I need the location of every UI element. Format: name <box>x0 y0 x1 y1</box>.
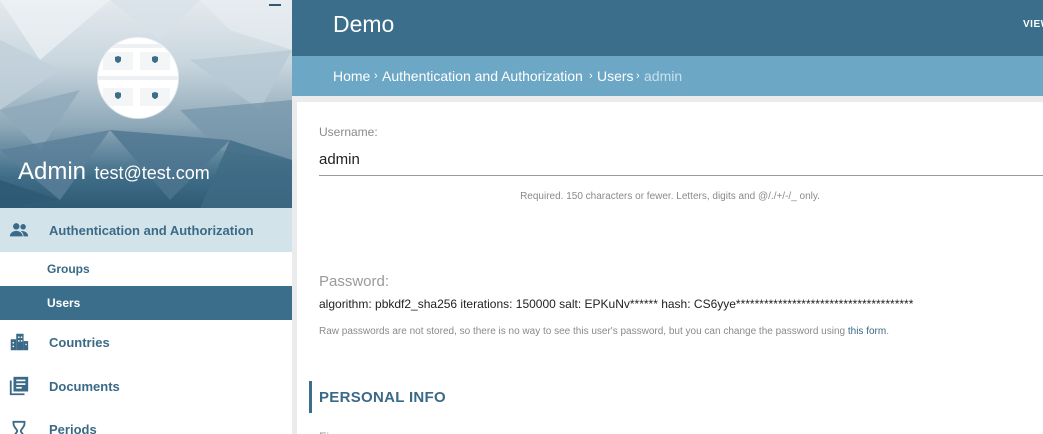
username-label: Username: <box>319 125 378 139</box>
breadcrumb-auth-link[interactable]: Authentication and Authorization <box>382 68 583 84</box>
breadcrumb-users-link[interactable]: Users <box>597 68 634 84</box>
user-email: test@test.com <box>94 163 210 183</box>
breadcrumb-separator: › <box>636 70 640 82</box>
sidebar: Admin test@test.com Authentication and A… <box>0 0 292 434</box>
password-help-end: . <box>886 326 889 337</box>
sidebar-header: Admin test@test.com <box>0 0 292 208</box>
breadcrumb: Home › Authentication and Authorization … <box>292 56 1043 96</box>
sidebar-item-label: Periods <box>49 422 97 434</box>
documents-icon <box>9 376 29 396</box>
app-window: Admin test@test.com Authentication and A… <box>0 0 1043 434</box>
building-icon <box>10 333 29 351</box>
breadcrumb-home-link[interactable]: Home <box>333 68 370 84</box>
sidebar-item-groups[interactable]: Groups <box>0 252 292 286</box>
first-name-label: Fi <box>319 430 329 434</box>
user-name: Admin <box>18 158 87 185</box>
form-card: Username: Required. 150 characters or fe… <box>297 102 1043 434</box>
top-bar: Demo VIEW SITE <box>292 0 1043 56</box>
user-info: Admin test@test.com <box>18 158 210 186</box>
change-password-link[interactable]: this form <box>848 326 886 337</box>
password-label: Password: <box>319 273 390 290</box>
hourglass-icon <box>12 420 26 434</box>
sidebar-item-label: Users <box>47 296 81 310</box>
sidebar-item-authentication[interactable]: Authentication and Authorization <box>0 208 292 252</box>
breadcrumb-separator: › <box>589 70 593 82</box>
sidebar-item-periods[interactable]: Periods <box>0 408 292 434</box>
sidebar-item-label: Documents <box>49 378 120 394</box>
view-site-link[interactable]: VIEW SITE <box>1023 19 1043 30</box>
section-title-personal-info: PERSONAL INFO <box>319 389 446 406</box>
sidebar-item-users[interactable]: Users <box>0 286 292 320</box>
sidebar-item-label: Groups <box>47 262 90 276</box>
avatar-thumbnail <box>98 38 178 118</box>
sidebar-item-countries[interactable]: Countries <box>0 320 292 364</box>
breadcrumb-current: admin <box>644 68 683 84</box>
sidebar-item-label: Countries <box>49 334 110 350</box>
avatar <box>98 38 178 118</box>
password-help-label: Raw passwords are not stored, so there i… <box>319 326 846 337</box>
password-hash-value: algorithm: pbkdf2_sha256 iterations: 150… <box>319 297 914 311</box>
section-accent-bar <box>309 381 312 413</box>
breadcrumb-separator: › <box>374 70 378 82</box>
username-input[interactable] <box>319 144 1043 176</box>
people-icon <box>9 223 29 237</box>
main-content: Username: Required. 150 characters or fe… <box>292 96 1043 434</box>
collapse-icon[interactable] <box>269 4 281 7</box>
app-title: Demo <box>333 11 395 37</box>
sidebar-item-label: Authentication and Authorization <box>49 222 254 238</box>
username-help-text: Required. 150 characters or fewer. Lette… <box>520 191 820 202</box>
password-help-text: Raw passwords are not stored, so there i… <box>319 326 889 337</box>
sidebar-item-documents[interactable]: Documents <box>0 364 292 408</box>
